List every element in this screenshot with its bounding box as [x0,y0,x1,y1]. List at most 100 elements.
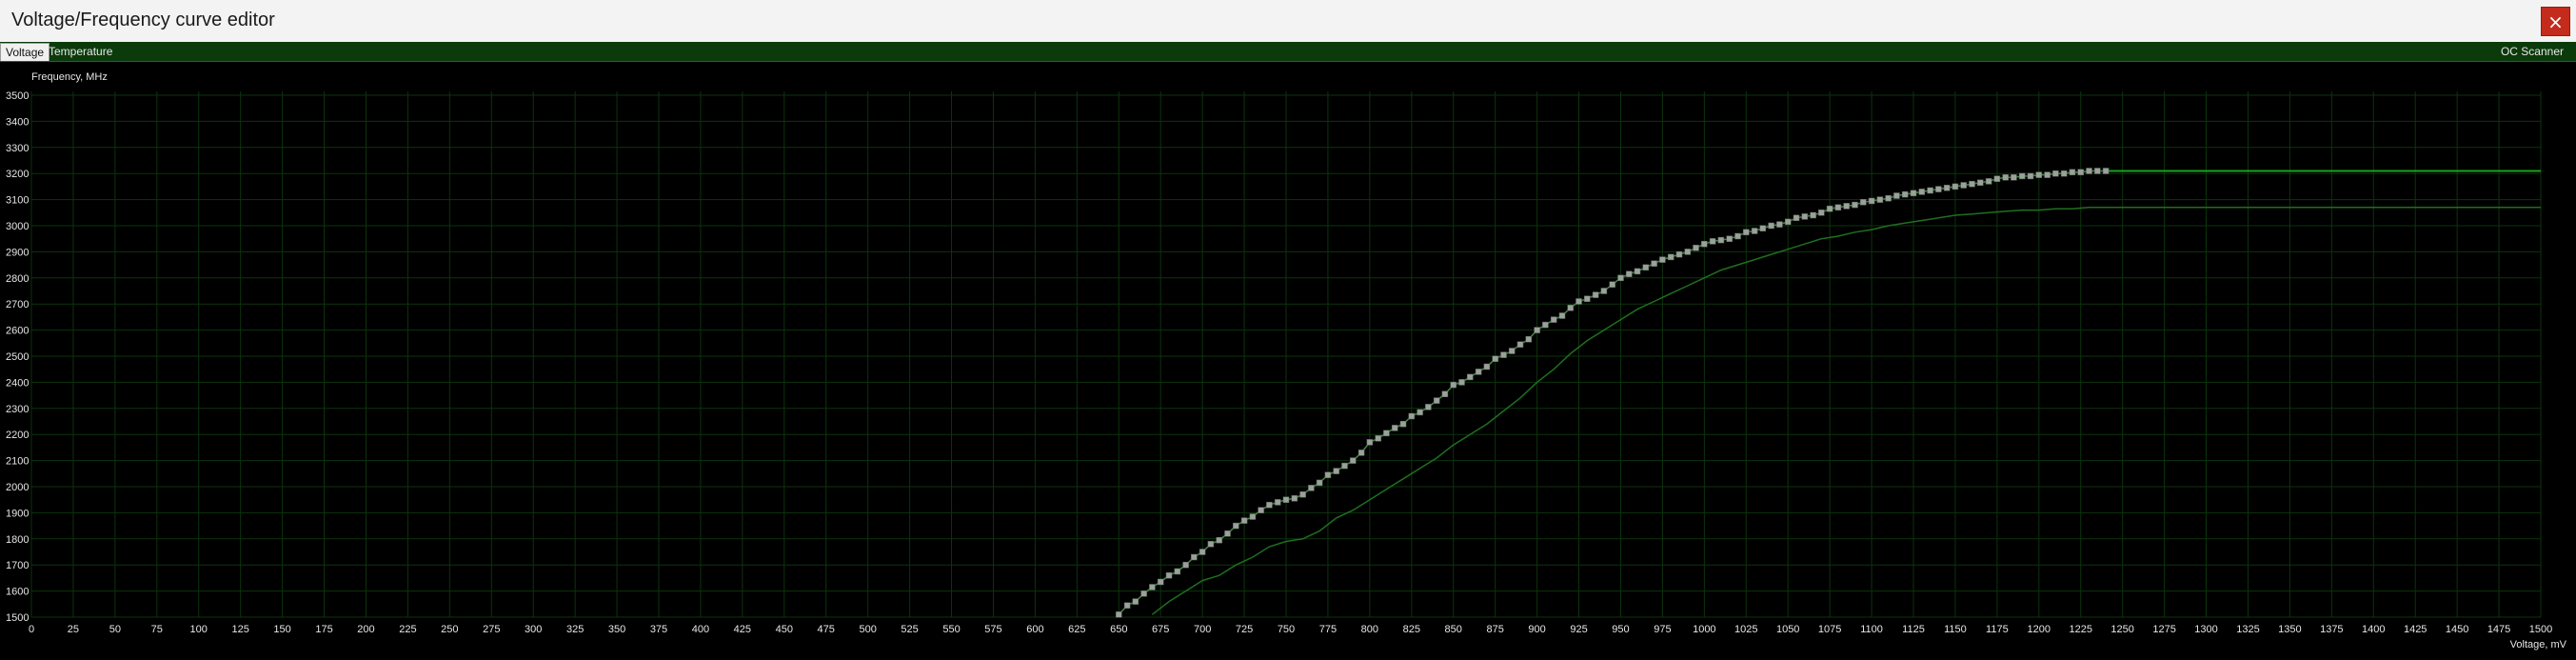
curve-point[interactable] [1483,363,1491,370]
curve-point[interactable] [1709,238,1716,245]
curve-point[interactable] [2102,168,2110,174]
curve-point[interactable] [2035,171,2043,178]
curve-point[interactable] [1734,232,1741,240]
curve-point[interactable] [1885,194,1892,202]
curve-point[interactable] [1266,501,1273,509]
curve-point[interactable] [1282,496,1290,503]
curve-point[interactable] [1316,479,1323,487]
curve-point[interactable] [1357,450,1365,456]
curve-point[interactable] [1534,327,1540,333]
curve-point[interactable] [1308,485,1315,491]
curve-point[interactable] [1165,571,1173,579]
curve-point[interactable] [1801,213,1809,220]
curve-point[interactable] [1324,471,1332,478]
curve-point[interactable] [1667,253,1674,261]
curve-point[interactable] [1960,182,1967,189]
curve-point[interactable] [1425,404,1432,410]
curve-point[interactable] [1901,190,1909,198]
curve-point[interactable] [1191,553,1198,561]
curve-point[interactable] [1492,355,1498,362]
curve-point[interactable] [1584,295,1591,302]
curve-point[interactable] [1224,530,1231,537]
curve-point[interactable] [2052,170,2059,177]
curve-point[interactable] [1609,281,1615,288]
curve-point[interactable] [1726,235,1733,242]
curve-point[interactable] [1993,175,2001,182]
curve-point[interactable] [1458,379,1465,386]
curve-point[interactable] [1249,513,1257,520]
curve-point[interactable] [1558,312,1566,319]
curve-point[interactable] [1182,561,1189,569]
curve-point[interactable] [1634,268,1641,275]
curve-point[interactable] [1450,381,1456,389]
curve-point[interactable] [1818,210,1825,216]
curve-point[interactable] [1567,305,1574,311]
curve-point[interactable] [1399,420,1407,428]
curve-point[interactable] [1759,225,1767,231]
curve-point[interactable] [1952,183,1959,190]
tab-temperature[interactable]: Temperature [44,43,117,60]
curve-point[interactable] [1642,264,1650,271]
curve-point[interactable] [1258,507,1264,513]
curve-point[interactable] [1717,236,1725,244]
close-button[interactable]: × [2541,7,2570,36]
curve-point[interactable] [2018,172,2026,180]
curve-point[interactable] [1240,517,1248,524]
curve-point[interactable] [2027,172,2034,180]
curve-point[interactable] [1132,598,1139,605]
curve-point[interactable] [1693,245,1699,251]
curve-point[interactable] [1876,196,1884,203]
curve-point[interactable] [1893,192,1900,199]
curve-point[interactable] [1475,369,1482,375]
curve-point[interactable] [1441,390,1449,397]
curve-point[interactable] [1341,462,1348,470]
curve-point[interactable] [1659,256,1666,263]
curve-point[interactable] [1793,214,1800,222]
curve-point[interactable] [1291,495,1298,502]
curve-point[interactable] [1516,341,1524,348]
curve-point[interactable] [1207,541,1215,548]
curve-point[interactable] [2044,171,2051,178]
curve-point[interactable] [1274,499,1281,506]
tab-voltage[interactable]: Voltage [0,43,50,61]
curve-point[interactable] [1675,250,1683,258]
curve-point[interactable] [2011,174,2017,181]
curve-point[interactable] [1843,203,1850,210]
curve-point[interactable] [1651,260,1657,267]
curve-point[interactable] [1542,321,1549,329]
curve-point[interactable] [1350,457,1357,464]
curve-point[interactable] [1776,221,1783,228]
curve-point[interactable] [1500,351,1507,358]
curve-point[interactable] [1977,179,1984,187]
curve-point[interactable] [1417,409,1423,416]
curve-point[interactable] [1626,270,1633,277]
curve-point[interactable] [1216,536,1222,544]
curve-point[interactable] [1508,348,1516,354]
oc-scanner-button[interactable]: OC Scanner [2496,43,2568,60]
curve-point[interactable] [1969,180,1975,188]
curve-point[interactable] [1467,373,1474,381]
vf-curve-plot[interactable]: Frequency, MHz Voltage, mV 0 25 50 75 100 125… [0,61,2576,655]
curve-point[interactable] [1116,611,1122,618]
curve-point[interactable] [2060,170,2068,177]
vf-curve-chart[interactable]: Frequency, MHz Voltage, mV 0 25 50 75 100 125… [0,61,2576,655]
curve-point[interactable] [1157,578,1164,586]
curve-point[interactable] [1366,439,1374,446]
curve-point[interactable] [1299,490,1306,498]
curve-point[interactable] [1852,201,1858,209]
curve-point[interactable] [1391,425,1398,431]
curve-point[interactable] [1575,298,1582,305]
curve-point[interactable] [1149,584,1156,590]
curve-point[interactable] [1918,189,1926,195]
curve-point[interactable] [1550,316,1557,323]
curve-point[interactable] [1943,185,1951,191]
curve-point[interactable] [1140,590,1147,597]
curve-point[interactable] [1910,190,1917,197]
curve-point[interactable] [1233,522,1239,530]
curve-point[interactable] [1525,335,1533,343]
curve-point[interactable] [1123,602,1131,609]
curve-point[interactable] [1768,222,1774,230]
curve-point[interactable] [1199,549,1206,555]
curve-point[interactable] [1408,412,1416,420]
curve-point[interactable] [1743,229,1750,236]
